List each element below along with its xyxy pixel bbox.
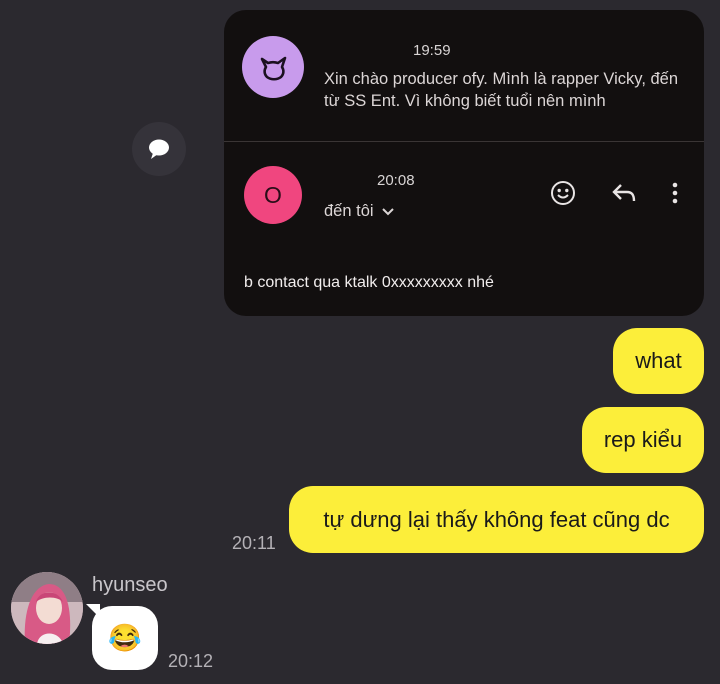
received-timestamp: 20:12: [168, 651, 214, 671]
emoji-reaction-icon: [551, 181, 575, 205]
message-preview: Xin chào producer ofy. Mình là rapper Vi…: [324, 70, 679, 110]
more-options-button[interactable]: [660, 178, 690, 208]
emoji-reaction-button[interactable]: [548, 178, 578, 208]
sent-message-bubble[interactable]: rep kiểu: [582, 407, 704, 473]
sender-avatar: [242, 36, 304, 98]
laughing-emoji: 😂: [108, 622, 142, 653]
message-timestamp: 19:59: [413, 42, 451, 59]
sender-avatar: O: [244, 166, 302, 224]
recipient-dropdown[interactable]: đến tôi: [324, 202, 394, 221]
cat-face-icon: [260, 56, 287, 81]
divider: [224, 141, 704, 142]
reply-icon: [612, 184, 636, 202]
sent-message-bubble[interactable]: tự dưng lại thấy không feat cũng dc: [289, 486, 704, 553]
reply-button[interactable]: [609, 178, 639, 208]
more-options-icon: [672, 182, 678, 204]
email-body: b contact qua ktalk 0xxxxxxxxx nhé: [244, 274, 494, 291]
sent-message-bubble[interactable]: what: [613, 328, 704, 394]
sent-timestamp: 20:11: [232, 533, 276, 553]
chevron-down-icon: [381, 207, 394, 215]
profile-photo: [11, 572, 83, 644]
sender-username: hyunseo: [92, 574, 168, 596]
comment-icon: [149, 139, 169, 159]
message-timestamp: 20:08: [377, 172, 415, 189]
shared-email-card[interactable]: 19:59 Xin chào producer ofy. Mình là rap…: [224, 10, 704, 316]
recipient-label: đến tôi: [324, 202, 374, 220]
comment-button[interactable]: [132, 122, 186, 176]
received-message-bubble[interactable]: 😂: [92, 606, 158, 670]
avatar[interactable]: [11, 572, 83, 644]
